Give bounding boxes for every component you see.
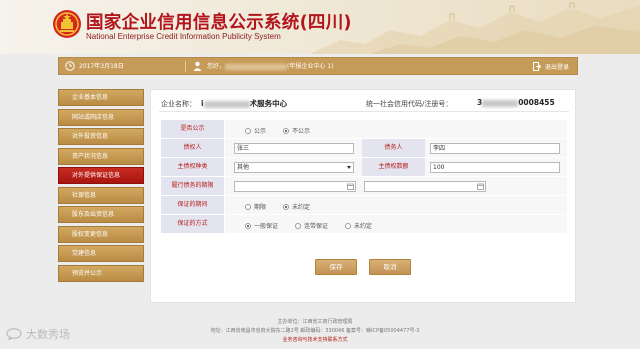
- company-info-row: 企业名称： i 术服务中心 统一社会信用代码/注册号： 3 0008455: [159, 95, 569, 112]
- guarantee-method-label: 保证的方式: [161, 215, 224, 233]
- company-name-label: 企业名称：: [161, 100, 196, 108]
- debtor-input[interactable]: 李四: [430, 143, 560, 154]
- sidebar-item-guarantee-info[interactable]: 对外提供保证信息: [58, 167, 144, 184]
- guarantee-method-radio-unspecified[interactable]: 未约定: [345, 221, 372, 230]
- claim-type-label: 主债权种类: [161, 158, 224, 176]
- creditor-debtor-row: 债权人 张三 债务人 李四: [161, 139, 567, 158]
- redacted-username: [225, 63, 288, 70]
- publish-option-label: 不公示: [292, 128, 311, 135]
- site-subtitle: National Enterprise Credit Information P…: [86, 32, 281, 41]
- publish-option-label: 公示: [254, 128, 267, 135]
- site-header: 国家企业信用信息公示系统(四川) National Enterprise Cre…: [0, 0, 640, 54]
- guarantee-method-option-label: 连带保证: [304, 223, 329, 230]
- welcome-prefix: 您好，: [207, 63, 226, 70]
- radio-dot: [245, 127, 251, 134]
- site-title: 国家企业信用信息公示系统(四川): [86, 13, 352, 33]
- debt-period-label: 履行债务的期限: [161, 177, 224, 195]
- company-name-suffix: 术服务中心: [249, 99, 288, 108]
- national-emblem-icon: [53, 10, 81, 38]
- sidebar-item-preview-publish[interactable]: 预览并公示: [58, 264, 144, 282]
- welcome-text: 您好， (年报企业中心 1): [207, 61, 333, 70]
- sidebar-item-equity-change[interactable]: 股权变更信息: [58, 225, 144, 243]
- guarantee-period-option-label: 期限: [254, 204, 267, 211]
- sidebar-item-social-security[interactable]: 社保信息: [58, 186, 144, 204]
- current-date: 2017年3月18日: [79, 63, 124, 70]
- publish-label: 是否公示: [161, 120, 224, 138]
- logout-label: 退出登录: [544, 63, 569, 71]
- credit-code-suffix: 0008455: [518, 98, 555, 107]
- footer-sponsor: 主办单位：江西省工商行政管理局: [277, 319, 353, 325]
- creditor-label: 债权人: [161, 139, 224, 157]
- user-icon: [193, 61, 202, 71]
- calendar-icon[interactable]: [477, 183, 484, 190]
- status-bar: 2017年3月18日 您好， (年报企业中心 1) 退出登录: [58, 57, 578, 75]
- publish-options: 公示 不公示: [225, 120, 567, 138]
- debtor-label: 债务人: [362, 139, 425, 157]
- period-start-input[interactable]: [234, 181, 356, 192]
- guarantee-method-radio-general[interactable]: 一般保证: [245, 221, 278, 230]
- guarantee-period-options: 期限 未约定: [225, 196, 567, 214]
- publish-radio-no[interactable]: 不公示: [283, 126, 310, 135]
- footer-support-link[interactable]: 业务咨询与技术支持联系方式: [150, 336, 480, 345]
- welcome-suffix: (年报企业中心 1): [287, 63, 334, 70]
- chat-bubble-icon: [6, 328, 22, 340]
- guarantee-method-radio-joint[interactable]: 连带保证: [295, 221, 328, 230]
- guarantee-method-option-label: 一般保证: [254, 223, 279, 230]
- guarantee-period-option-label: 未约定: [292, 204, 311, 211]
- sidebar-item-basic-info[interactable]: 企业基本信息: [58, 89, 144, 106]
- publish-radio-yes[interactable]: 公示: [245, 126, 266, 135]
- creditor-input[interactable]: 张三: [234, 143, 354, 154]
- logout-link[interactable]: 退出登录: [532, 60, 569, 72]
- sidebar-item-asset-info[interactable]: 资产状况信息: [58, 147, 144, 165]
- footer-address: 地址：江西省南昌市省府大院东二路1号 邮政编码：330046 备案号：赣ICP备…: [210, 328, 420, 334]
- credit-code-value: 3 0008455: [477, 98, 555, 107]
- guarantee-method-row: 保证的方式 一般保证 连带保证 未约定: [161, 215, 567, 234]
- chevron-down-icon: [347, 166, 351, 169]
- claim-amount-input[interactable]: 100: [430, 162, 560, 173]
- credit-code-label: 统一社会信用代码/注册号：: [366, 100, 453, 108]
- guarantee-period-label: 保证的期间: [161, 196, 224, 214]
- radio-dot-selected: [283, 203, 289, 210]
- main-panel: 企业名称： i 术服务中心 统一社会信用代码/注册号： 3 0008455 是否公示…: [150, 89, 576, 303]
- guarantee-form: 是否公示 公示 不公示 债权人 张三 债务人 李四 主债权种类 其他 主债权数额…: [161, 120, 567, 234]
- cancel-button[interactable]: 取消: [369, 259, 411, 275]
- sidebar-item-shareholder-info[interactable]: 股东及出资信息: [58, 206, 144, 223]
- guarantee-method-option-label: 未约定: [354, 223, 373, 230]
- logout-icon: [532, 61, 541, 71]
- radio-dot: [245, 203, 251, 210]
- publish-row: 是否公示 公示 不公示: [161, 120, 567, 139]
- watermark: 大数秀场: [6, 327, 70, 341]
- claim-amount-label: 主债权数额: [362, 158, 425, 176]
- guarantee-period-radio-unspecified[interactable]: 未约定: [283, 202, 310, 211]
- clock-icon: [65, 61, 75, 71]
- claim-type-value: 其他: [237, 164, 250, 171]
- period-end-input[interactable]: [364, 181, 486, 192]
- watermark-text: 大数秀场: [26, 328, 70, 341]
- great-wall-decoration: [310, 2, 640, 54]
- radio-dot-selected: [245, 222, 251, 229]
- radio-dot: [345, 222, 351, 229]
- sidebar-item-party-info[interactable]: 党建信息: [58, 245, 144, 262]
- sidebar-item-website-info[interactable]: 网站或网店信息: [58, 108, 144, 126]
- guarantee-period-row: 保证的期间 期限 未约定: [161, 196, 567, 215]
- redacted-company-name: [203, 100, 250, 108]
- claim-row: 主债权种类 其他 主债权数额 100: [161, 158, 567, 177]
- company-name-value: i 术服务中心: [201, 98, 287, 109]
- footer: 主办单位：江西省工商行政管理局 地址：江西省南昌市省府大院东二路1号 邮政编码：…: [150, 318, 480, 345]
- divider: [185, 61, 186, 72]
- guarantee-method-options: 一般保证 连带保证 未约定: [225, 215, 567, 233]
- sidebar-item-investment-info[interactable]: 对外投资信息: [58, 128, 144, 145]
- redacted-credit-code: [482, 99, 519, 107]
- sidebar-nav: 企业基本信息 网站或网店信息 对外投资信息 资产状况信息 对外提供保证信息 社保…: [58, 89, 144, 284]
- save-button[interactable]: 保存: [315, 259, 357, 275]
- guarantee-period-radio-term[interactable]: 期限: [245, 202, 266, 211]
- radio-dot-selected: [283, 127, 289, 134]
- radio-dot: [295, 222, 301, 229]
- calendar-icon[interactable]: [347, 183, 354, 190]
- claim-type-select[interactable]: 其他: [234, 162, 354, 173]
- debt-period-row: 履行债务的期限: [161, 177, 567, 196]
